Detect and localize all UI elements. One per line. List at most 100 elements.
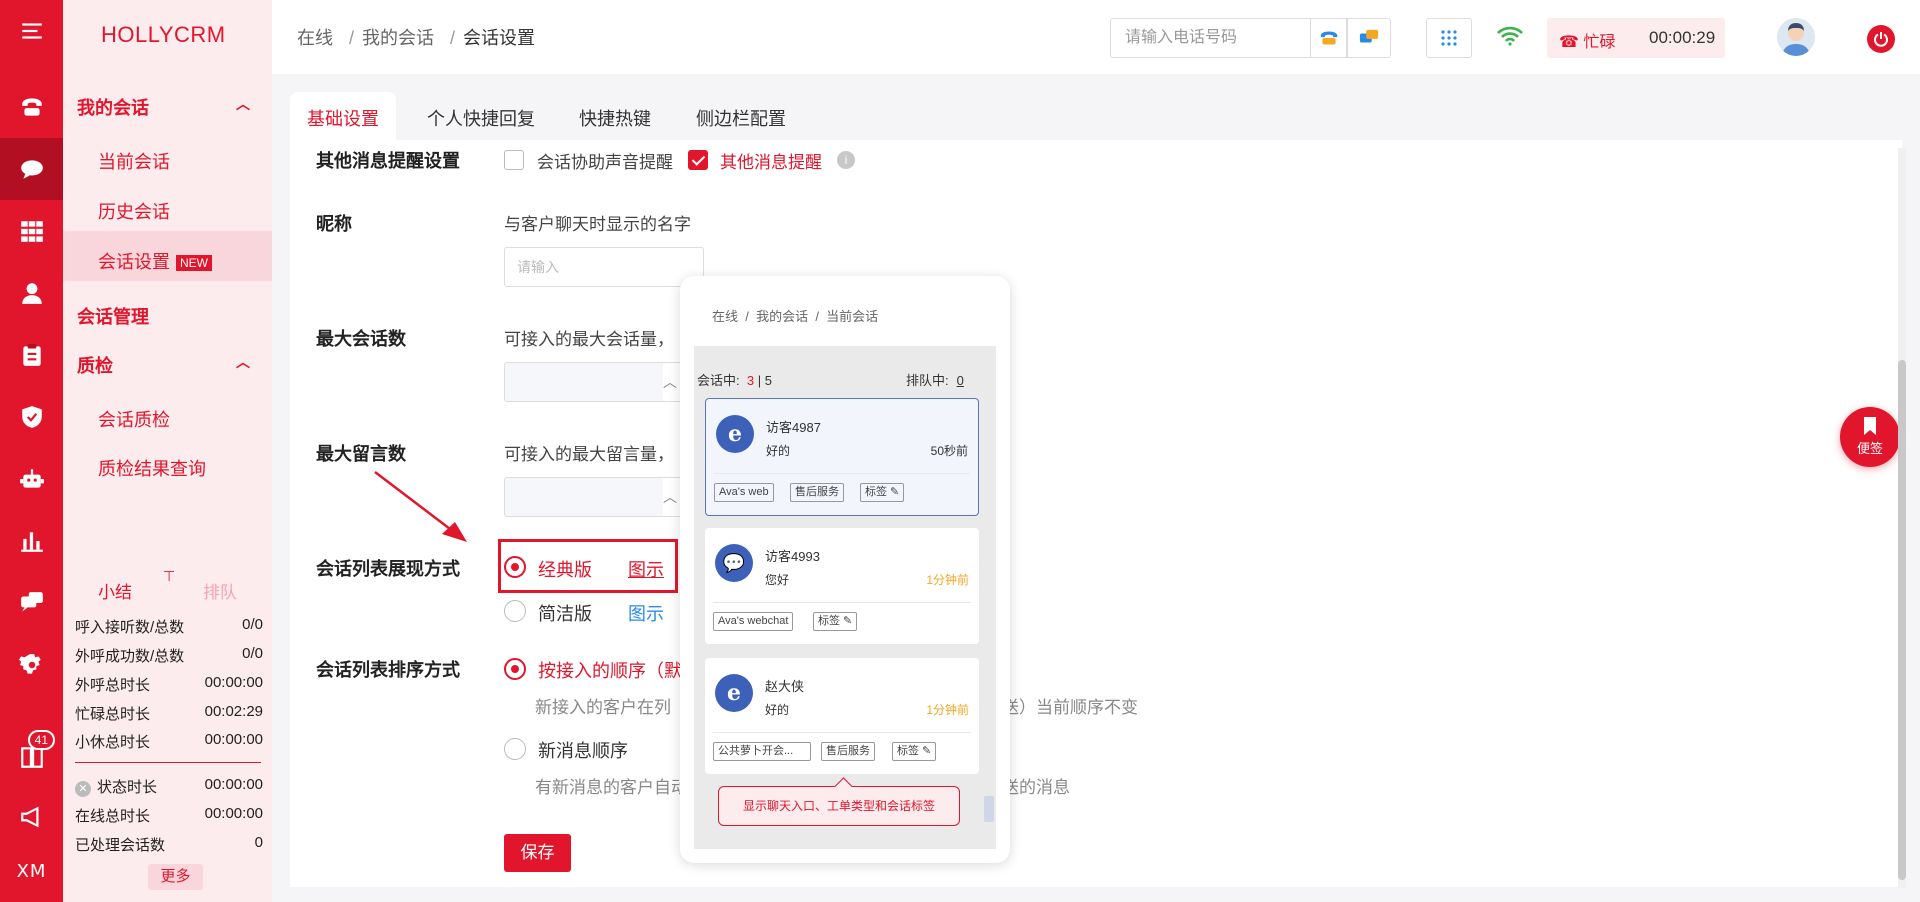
bookmark-icon — [1864, 417, 1876, 435]
preview-session-card: e 赵大侠 好的 1分钟前 公共萝卜开会... 售后服务 标签 ✎ — [705, 658, 979, 774]
robot-icon[interactable] — [0, 448, 63, 510]
sms-button[interactable] — [1347, 18, 1391, 58]
menu-group-session-mgmt[interactable]: 会话管理 — [77, 303, 149, 329]
max-msg-label: 最大留言数 — [316, 444, 406, 464]
dial-button[interactable] — [1310, 18, 1347, 58]
stat-row: 呼入接听数/总数 0/0 — [75, 616, 263, 636]
phone-input[interactable]: 请输入电话号码 — [1110, 18, 1311, 58]
illustration-popover: 在线 / 我的会话 / 当前会话 会话中: 3 | 5 排队中: 0 e 访客49… — [680, 276, 1010, 863]
save-button[interactable]: 保存 — [504, 834, 571, 872]
sidebar-item-history[interactable]: 历史会话 — [98, 198, 170, 224]
classic-style-radio[interactable] — [504, 556, 526, 578]
card-time: 1分钟前 — [926, 573, 969, 587]
sidebar-item-settings[interactable]: 会话设置 NEW — [98, 248, 212, 274]
card-tag: Ava's webchat — [713, 612, 794, 631]
sidebar-item-qc[interactable]: 会话质检 — [98, 406, 170, 432]
sort-access-radio[interactable] — [504, 658, 526, 680]
apps-button[interactable] — [1426, 18, 1472, 58]
max-session-desc: 可接入的最大会话量， — [504, 330, 674, 349]
assist-sound-checkbox[interactable] — [504, 150, 524, 170]
annotation-arrow — [374, 471, 467, 542]
stat-row: ✕ 状态时长 00:00:00 — [75, 776, 263, 797]
max-session-input[interactable] — [504, 362, 664, 402]
card-tag: 公共萝卜开会... — [713, 742, 811, 761]
sidebar: HOLLYCRM 我的会话 ︿ 当前会话 历史会话 会话设置 NEW 会话管理 质… — [63, 0, 272, 902]
phone-icon[interactable] — [0, 76, 63, 138]
tab-sidebar-config[interactable]: 侧边栏配置 — [696, 92, 786, 140]
tab-basic-settings[interactable]: 基础设置 — [290, 92, 396, 140]
card-tag: Ava's web — [714, 483, 774, 502]
other-msg-checkbox[interactable] — [688, 150, 708, 170]
browser-icon: e — [715, 674, 753, 712]
divider — [713, 602, 971, 603]
nickname-desc: 与客户聊天时显示的名字 — [504, 215, 691, 234]
divider — [713, 732, 971, 733]
close-circle-icon: ✕ — [75, 781, 91, 797]
card-tag-edit: 标签 ✎ — [892, 742, 937, 761]
bar-chart-icon[interactable] — [0, 510, 63, 572]
grid-icon[interactable] — [0, 200, 63, 262]
simple-style-radio[interactable] — [504, 600, 526, 622]
nickname-label: 昵称 — [316, 214, 352, 234]
classic-illustration-link[interactable]: 图示 — [628, 556, 664, 582]
preview-breadcrumb: 在线 / 我的会话 / 当前会话 — [712, 309, 879, 324]
sort-access-hint-tail: 送）当前顺序不变 — [1002, 698, 1138, 717]
card-time: 1分钟前 — [926, 703, 969, 717]
tab-queue[interactable]: 排队 — [203, 578, 237, 603]
power-icon[interactable] — [1867, 25, 1895, 53]
agent-status[interactable]: ☎ 忙碌 00:00:29 — [1547, 18, 1725, 58]
card-tag-edit: 标签 ✎ — [860, 483, 905, 502]
apps-grid-icon — [1441, 30, 1457, 46]
chevron-up-icon: ︿ — [236, 354, 250, 370]
book-icon[interactable]: 41 — [0, 726, 63, 788]
simple-illustration-link[interactable]: 图示 — [628, 600, 664, 626]
tab-summary[interactable]: 小结 — [98, 578, 132, 603]
max-msg-input[interactable] — [504, 477, 664, 517]
nickname-input[interactable]: 请输入 — [504, 247, 704, 287]
sort-newmsg-radio[interactable] — [504, 738, 526, 760]
avatar[interactable] — [1777, 18, 1815, 56]
classic-style-label: 经典版 — [538, 560, 592, 580]
icon-rail: 41 XM — [0, 0, 63, 902]
sidebar-item-qc-result[interactable]: 质检结果查询 — [98, 455, 206, 481]
max-msg-desc: 可接入的最大留言量， — [504, 445, 674, 464]
phone-icon: ☎ — [1559, 34, 1584, 51]
shield-icon[interactable] — [0, 386, 63, 448]
megaphone-icon[interactable] — [0, 786, 63, 848]
menu-group-qc[interactable]: 质检 ︿ — [77, 352, 272, 378]
stat-row: 外呼总时长 00:00:00 — [75, 674, 263, 694]
collapse-icon[interactable]: ⊤ — [163, 568, 175, 585]
chat-icon[interactable] — [0, 138, 63, 200]
sort-label: 会话列表排序方式 — [316, 660, 460, 680]
note-button[interactable]: 便签 — [1840, 407, 1900, 467]
notification-badge: 41 — [27, 730, 55, 750]
assist-sound-label: 会话协助声音提醒 — [537, 153, 673, 172]
info-icon[interactable]: i — [837, 151, 855, 169]
status-timer: 00:00:29 — [1649, 28, 1716, 47]
menu-icon[interactable] — [0, 0, 63, 62]
user-icon[interactable] — [0, 262, 63, 324]
sidebar-item-current[interactable]: 当前会话 — [98, 148, 170, 174]
scrollbar-thumb[interactable] — [1898, 360, 1906, 880]
status-label: ☎ 忙碌 — [1559, 34, 1616, 51]
breadcrumb-item[interactable]: 在线 — [297, 28, 333, 48]
clipboard-icon[interactable] — [0, 324, 63, 386]
stat-row: 忙碌总时长 00:02:29 — [75, 703, 263, 723]
message-icon[interactable] — [0, 572, 63, 634]
card-time: 50秒前 — [930, 444, 968, 458]
breadcrumb-item[interactable]: 我的会话 — [362, 28, 434, 48]
preview-session-card: 💬 访客4993 您好 1分钟前 Ava's webchat 标签 ✎ — [705, 528, 979, 644]
wechat-icon: 💬 — [715, 544, 753, 582]
divider — [714, 473, 970, 474]
max-session-label: 最大会话数 — [316, 329, 406, 349]
tab-quick-reply[interactable]: 个人快捷回复 — [427, 92, 535, 140]
sort-newmsg-hint: 有新消息的客户自动 — [535, 778, 688, 797]
rail-footer[interactable]: XM — [0, 840, 63, 902]
tab-hotkeys[interactable]: 快捷热键 — [579, 92, 651, 140]
gear-icon[interactable] — [0, 634, 63, 696]
message-icon — [1359, 29, 1379, 43]
menu-group-my-session[interactable]: 我的会话 ︿ — [77, 94, 272, 120]
app-logo: HOLLYCRM — [101, 22, 226, 47]
collapse-handle — [984, 796, 994, 822]
more-button[interactable]: 更多 — [148, 864, 203, 890]
